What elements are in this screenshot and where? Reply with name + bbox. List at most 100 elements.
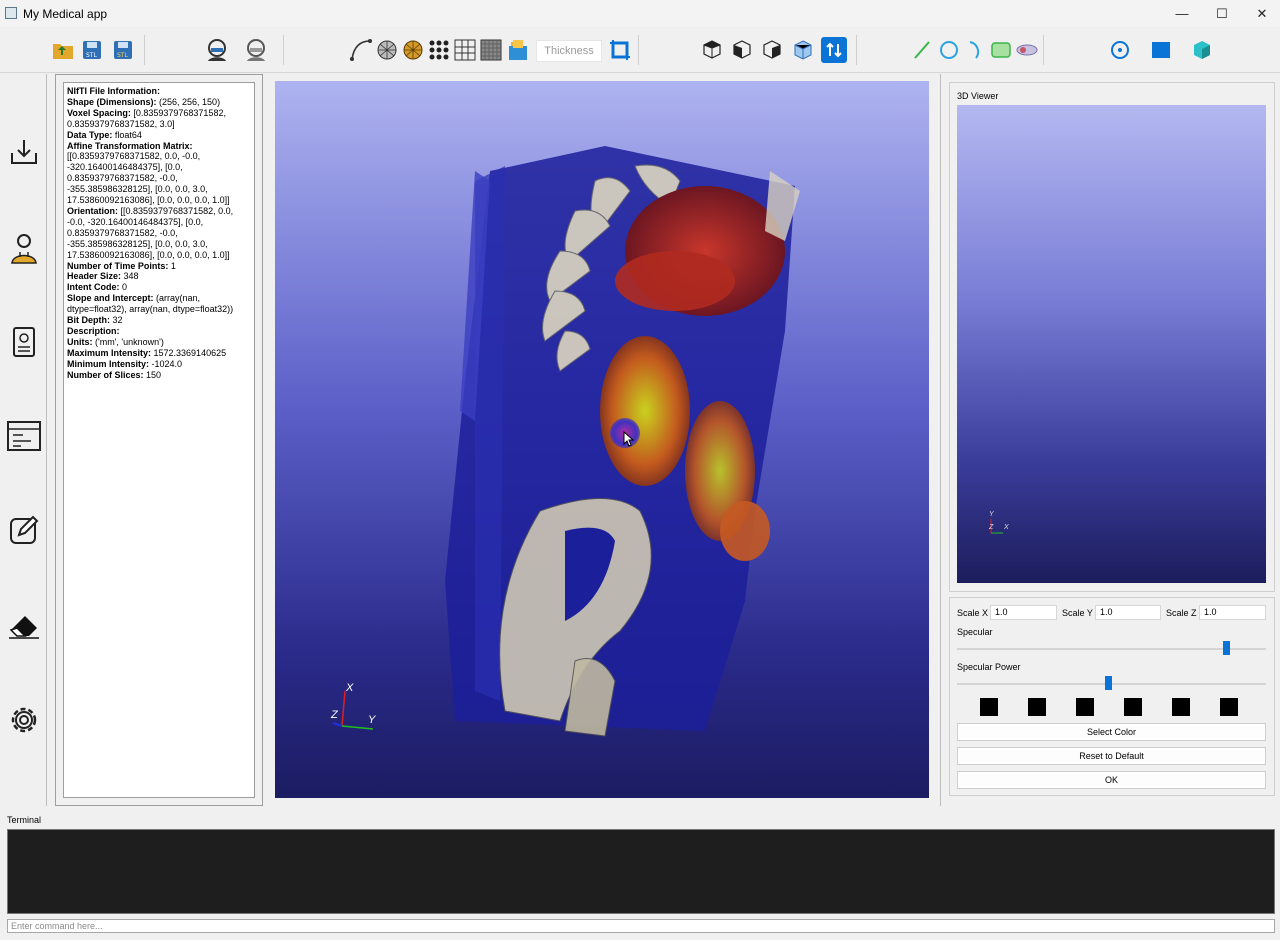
crop-icon[interactable] — [607, 37, 633, 63]
info-key: Shape (Dimensions): — [67, 96, 157, 107]
arc-tool-icon[interactable] — [963, 37, 989, 63]
reset-to-default-button[interactable]: Reset to Default — [957, 747, 1266, 765]
viewer3d-label: 3D Viewer — [957, 91, 999, 101]
window-title: My Medical app — [23, 7, 108, 21]
info-title: NIfTI File Information: — [67, 86, 160, 96]
color-swatch[interactable] — [1124, 698, 1142, 716]
info-value: 32 — [110, 315, 123, 326]
info-row: Number of Time Points: 1 — [67, 261, 251, 272]
info-key: Bit Depth: — [67, 315, 110, 326]
list-panel-icon[interactable] — [6, 418, 42, 454]
point-grid-icon[interactable] — [426, 37, 452, 63]
line-tool-icon[interactable] — [909, 37, 935, 63]
color-swatch[interactable] — [1028, 698, 1046, 716]
mesh-sphere-colored-icon[interactable] — [400, 37, 426, 63]
scale-x-label: Scale X — [957, 608, 989, 618]
info-key: Slope and Intercept: — [67, 293, 154, 304]
save-stl-icon[interactable]: STL — [79, 37, 105, 63]
info-key: Intent Code: — [67, 282, 120, 293]
thickness-input[interactable]: Thickness — [536, 40, 602, 62]
info-row: Header Size: 348 — [67, 271, 251, 282]
save-stl-as-icon[interactable]: STL — [110, 37, 136, 63]
info-value: 348 — [121, 271, 139, 282]
edit-icon[interactable] — [6, 512, 42, 548]
info-value: float64 — [112, 129, 142, 140]
info-key: Voxel Spacing: — [67, 107, 131, 118]
maximize-button[interactable]: ☐ — [1202, 0, 1242, 27]
info-row: Slope and Intercept: (array(nan, dtype=f… — [67, 293, 251, 315]
axis-label-x: X — [346, 682, 354, 694]
surface-texture-icon[interactable] — [478, 37, 504, 63]
info-key: Orientation: — [67, 205, 118, 216]
open-folder-icon[interactable] — [50, 37, 76, 63]
patient-outline-icon[interactable] — [243, 37, 269, 63]
settings-gear-icon[interactable] — [6, 702, 42, 738]
curve-icon[interactable] — [348, 37, 374, 63]
terminal-label: Terminal — [7, 815, 42, 825]
specular-power-slider-handle[interactable] — [1104, 676, 1112, 690]
import-icon[interactable] — [6, 134, 42, 170]
cube-view-2-icon[interactable] — [729, 37, 755, 63]
info-value: (256, 256, 150) — [156, 96, 221, 107]
square-fill-icon[interactable] — [1148, 37, 1174, 63]
toolbar-separator — [856, 35, 857, 65]
info-key: Maximum Intensity: — [67, 347, 152, 358]
specular-slider-handle[interactable] — [1222, 641, 1230, 655]
scale-z-input[interactable]: 1.0 — [1199, 605, 1266, 620]
info-key: Data Type: — [67, 129, 113, 140]
info-row: Minimum Intensity: -1024.0 — [67, 359, 251, 370]
doctor-icon[interactable] — [6, 230, 42, 266]
axis-label-z: Z — [331, 709, 338, 721]
scale-y-input[interactable]: 1.0 — [1095, 605, 1161, 620]
info-key: Description: — [67, 325, 120, 336]
nifti-info-text: NIfTI File Information: Shape (Dimension… — [63, 82, 255, 798]
circle-tool-icon[interactable] — [936, 37, 962, 63]
info-row: Data Type: float64 — [67, 130, 251, 141]
ok-button[interactable]: OK — [957, 771, 1266, 789]
main-3d-viewer[interactable]: X Y Z — [275, 81, 929, 798]
info-row: Bit Depth: 32 — [67, 315, 251, 326]
info-value: 0 — [119, 282, 128, 293]
cube-3d-icon[interactable] — [790, 37, 816, 63]
folder-export-icon[interactable] — [506, 37, 532, 63]
toolbar-separator — [638, 35, 639, 65]
flip-vertical-icon[interactable] — [821, 37, 847, 63]
report-icon[interactable] — [6, 324, 42, 360]
color-swatch[interactable] — [1172, 698, 1190, 716]
toolbar: STL STL Thickness — [0, 27, 1280, 73]
rectangle-tool-icon[interactable] — [988, 37, 1014, 63]
secondary-3d-viewer[interactable]: Y X Z — [957, 105, 1266, 583]
specular-slider-track[interactable] — [957, 648, 1266, 650]
terminal-output[interactable] — [7, 829, 1275, 914]
mesh-sphere-icon[interactable] — [374, 37, 400, 63]
point-target-icon[interactable] — [1107, 37, 1133, 63]
info-key: Header Size: — [67, 271, 122, 282]
toolbar-separator — [144, 35, 145, 65]
info-value: 1572.3369140625 — [151, 347, 227, 358]
color-swatch[interactable] — [980, 698, 998, 716]
info-row: Intent Code: 0 — [67, 282, 251, 293]
color-swatch[interactable] — [1076, 698, 1094, 716]
cube-view-3-icon[interactable] — [759, 37, 785, 63]
title-bar: My Medical app — ☐ ✕ — [0, 0, 1280, 27]
info-key: Units: — [67, 336, 93, 347]
close-button[interactable]: ✕ — [1242, 0, 1280, 27]
info-value: ('mm', 'unknown') — [92, 336, 164, 347]
info-key: Minimum Intensity: — [67, 358, 150, 369]
svg-text:STL: STL — [117, 52, 128, 59]
select-color-button[interactable]: Select Color — [957, 723, 1266, 741]
app-icon — [5, 7, 17, 19]
minimize-button[interactable]: — — [1162, 0, 1202, 27]
cube-view-1-icon[interactable] — [699, 37, 725, 63]
wireframe-grid-icon[interactable] — [452, 37, 478, 63]
info-value: [[0.8359379768371582, 0.0, -0.0, -320.16… — [67, 151, 230, 206]
eraser-icon[interactable] — [6, 607, 42, 643]
cube-fill-icon[interactable] — [1189, 37, 1215, 63]
patient-icon[interactable] — [204, 37, 230, 63]
scale-x-input[interactable]: 1.0 — [990, 605, 1057, 620]
info-row: Description: — [67, 326, 251, 337]
command-input[interactable]: Enter command here... — [7, 919, 1275, 933]
color-swatch[interactable] — [1220, 698, 1238, 716]
ellipse-tool-icon[interactable] — [1014, 37, 1040, 63]
info-row: Maximum Intensity: 1572.3369140625 — [67, 348, 251, 359]
